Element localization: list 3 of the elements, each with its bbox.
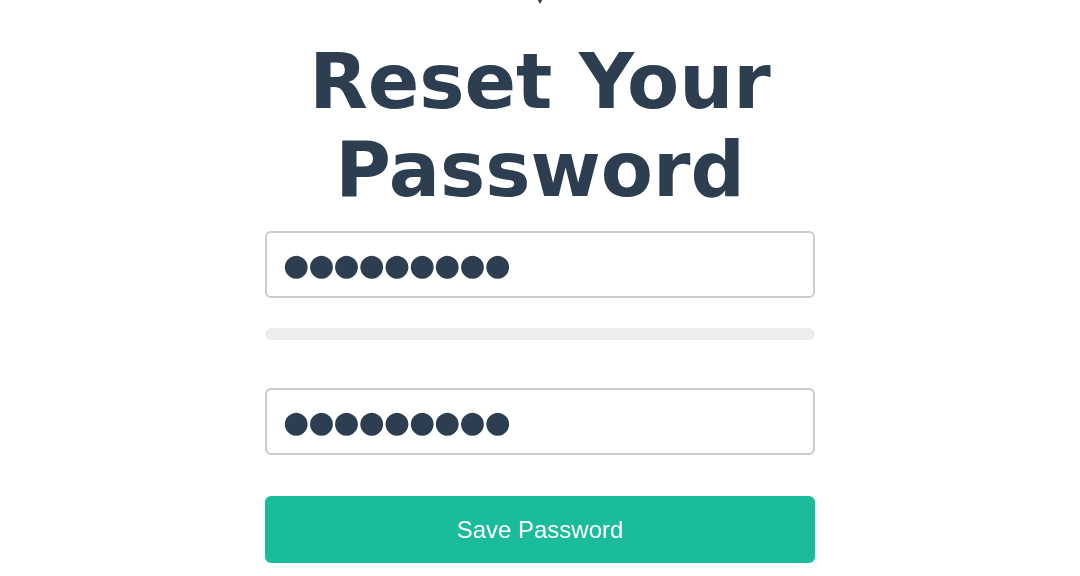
page-title: Reset Your Password	[308, 38, 772, 214]
password-field[interactable]: ●●●●●●●●●	[265, 231, 815, 298]
confirm-password-field[interactable]: ●●●●●●●●●	[265, 388, 815, 455]
